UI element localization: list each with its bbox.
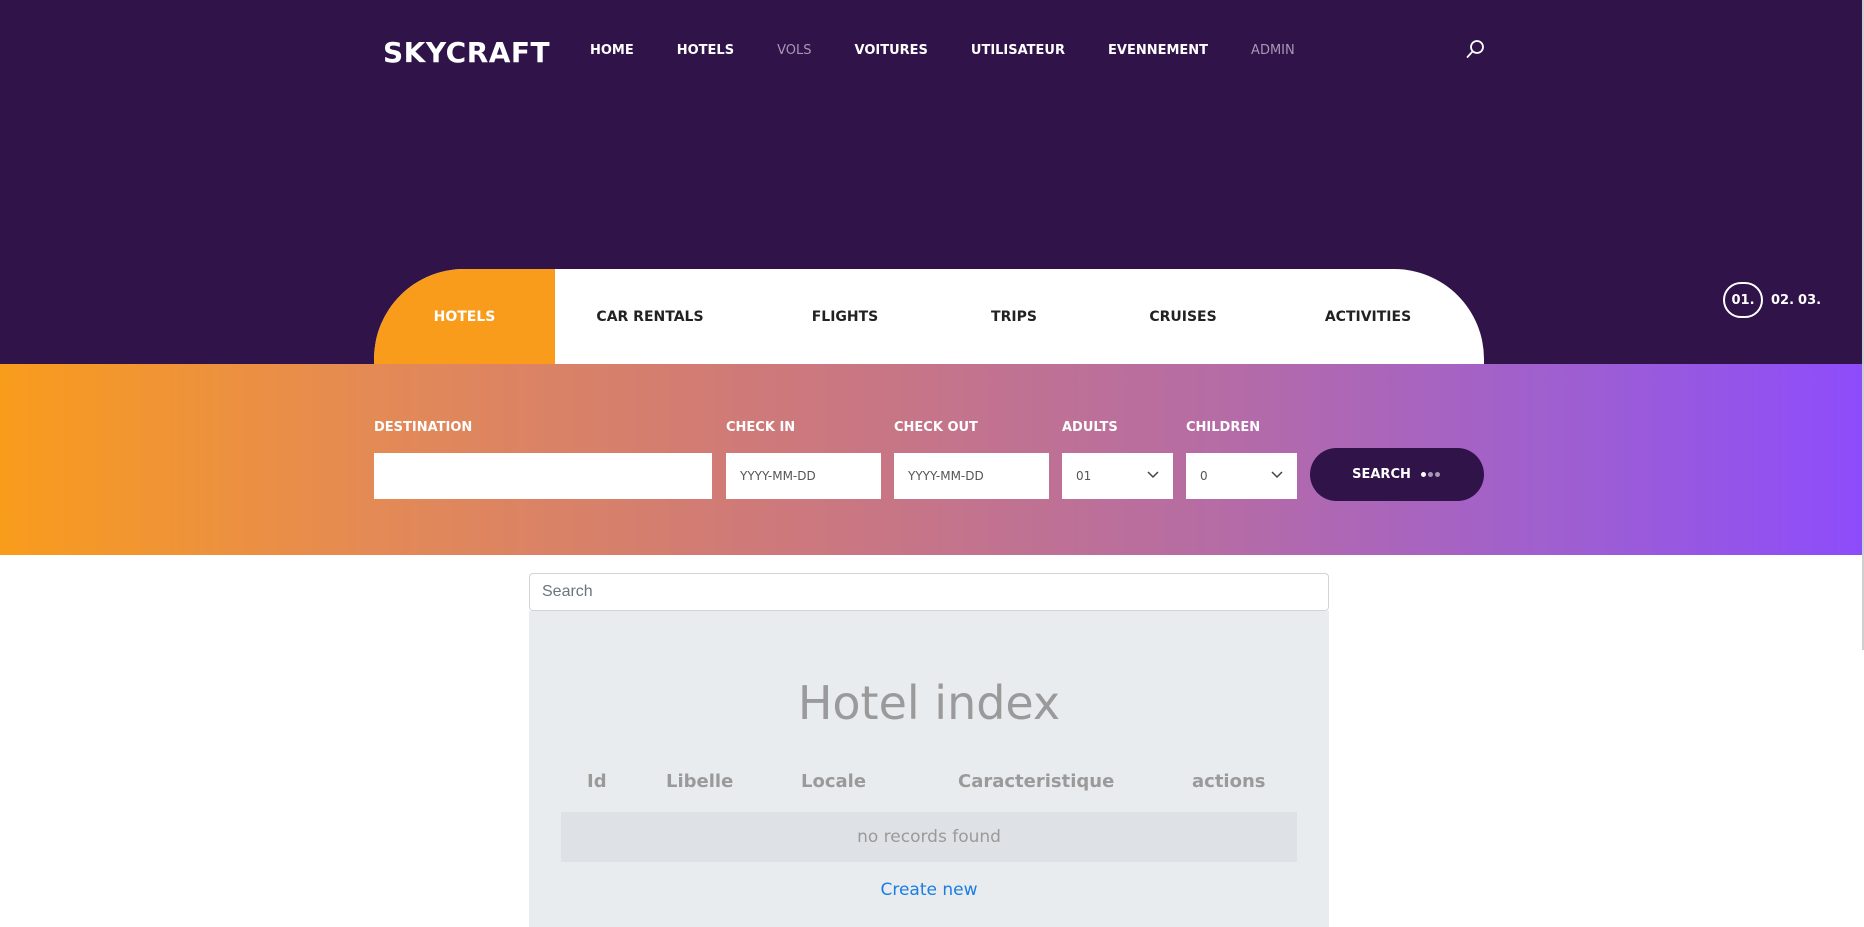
table-row: no records found [561,812,1297,862]
create-new-link[interactable]: Create new [529,880,1329,900]
tab-trips[interactable]: TRIPS [945,269,1083,364]
pager-item-active[interactable]: 01. [1723,282,1763,318]
search-icon[interactable] [1465,38,1487,60]
nav-utilisateur[interactable]: UTILISATEUR [971,43,1065,59]
children-value: 0 [1200,469,1208,483]
adults-select[interactable]: 01 [1062,453,1173,499]
tab-hotels[interactable]: HOTELS [374,269,555,364]
search-button[interactable]: SEARCH [1310,448,1484,501]
search-button-label: SEARCH [1352,467,1411,482]
table-header: Id Libelle Locale Caracteristique action… [561,771,1297,801]
nav-voitures[interactable]: VOITURES [854,43,927,59]
nav-hotels[interactable]: HOTELS [677,43,734,59]
adults-label: ADULTS [1062,420,1118,435]
slider-pager: 01. 02. 03. [1723,282,1825,318]
children-label: CHILDREN [1186,420,1261,435]
column-header-caracteristique: Caracteristique [958,771,1115,792]
tab-flights[interactable]: FLIGHTS [745,269,945,364]
nav-vols[interactable]: VOLS [777,43,811,59]
checkout-input[interactable]: YYYY-MM-DD [894,453,1049,499]
tab-cruises[interactable]: CRUISES [1083,269,1283,364]
booking-form: DESTINATION CHECK IN YYYY-MM-DD CHECK OU… [0,364,1862,555]
list-search-input[interactable]: Search [529,573,1329,611]
adults-value: 01 [1076,469,1092,483]
nav-home[interactable]: HOME [590,43,634,59]
column-header-libelle: Libelle [666,771,734,792]
hero-header: SKYCRAFT HOME HOTELS VOLS VOITURES UTILI… [0,0,1862,364]
column-header-actions: actions [1192,771,1266,792]
hotel-index-panel: Hotel index Id Libelle Locale Caracteris… [529,611,1329,927]
children-select[interactable]: 0 [1186,453,1297,499]
column-header-locale: Locale [801,771,867,792]
checkin-input[interactable]: YYYY-MM-DD [726,453,881,499]
checkin-label: CHECK IN [726,420,796,435]
pager-item[interactable]: 02. [1771,293,1794,308]
tab-activities[interactable]: ACTIVITIES [1283,269,1453,364]
site-logo[interactable]: SKYCRAFT [383,36,550,69]
column-header-id: Id [587,771,607,792]
dots-icon [1420,472,1442,477]
booking-tabs: HOTELS CAR RENTALS FLIGHTS TRIPS CRUISES… [374,269,1484,364]
tab-car-rentals[interactable]: CAR RENTALS [555,269,745,364]
main-nav: HOME HOTELS VOLS VOITURES UTILISATEUR EV… [590,43,1338,59]
chevron-down-icon [1147,471,1159,479]
nav-admin[interactable]: ADMIN [1251,43,1295,59]
destination-input[interactable] [374,453,712,499]
nav-evennement[interactable]: EVENNEMENT [1108,43,1208,59]
chevron-down-icon [1271,471,1283,479]
destination-label: DESTINATION [374,420,473,435]
pager-item[interactable]: 03. [1798,293,1821,308]
page-title: Hotel index [797,676,1061,730]
checkout-label: CHECK OUT [894,420,978,435]
